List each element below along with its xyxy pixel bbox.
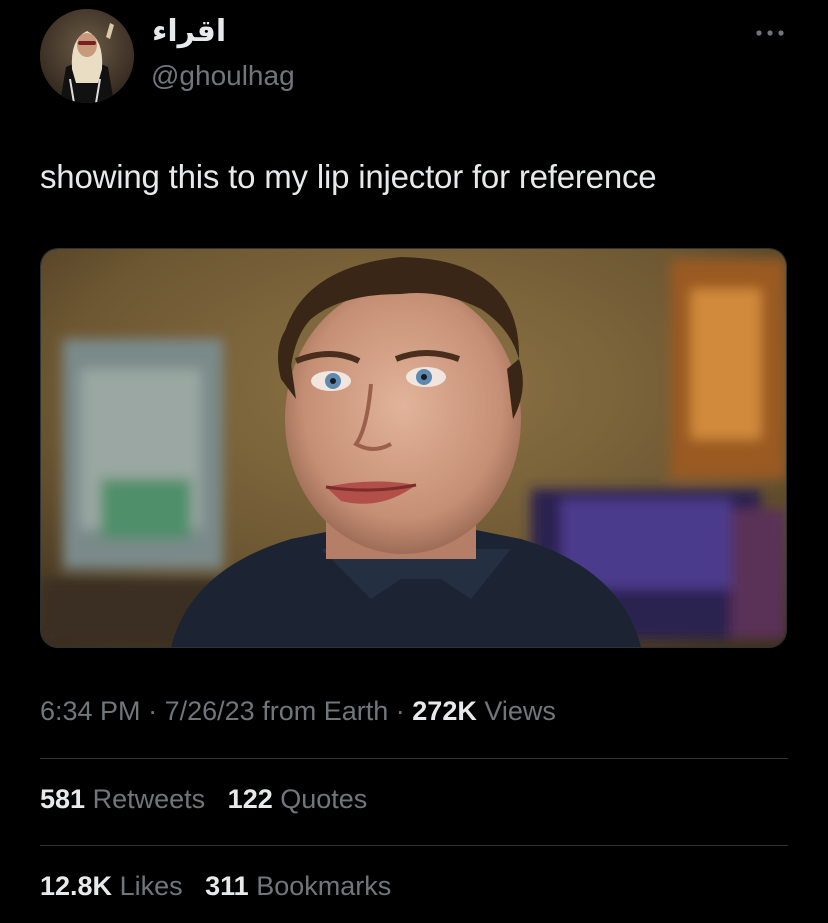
meta-separator: · xyxy=(148,696,158,726)
meta-separator: · xyxy=(395,696,405,726)
quotes-label: Quotes xyxy=(280,784,368,814)
divider xyxy=(40,758,788,759)
photo-of-smiling-man-icon xyxy=(41,249,786,647)
likes-count: 12.8K xyxy=(40,871,113,901)
retweets-label: Retweets xyxy=(92,784,206,814)
more-options-button[interactable] xyxy=(750,18,790,48)
tweet-time[interactable]: 6:34 PM xyxy=(40,696,141,726)
tweet-meta: 6:34 PM · 7/26/23 from Earth · 272K View… xyxy=(40,696,556,727)
engagement-row-2: 12.8K Likes 311 Bookmarks xyxy=(40,871,391,902)
views-label: Views xyxy=(484,696,556,726)
tweet-source: from Earth xyxy=(262,696,389,726)
retweets-stat[interactable]: 581 Retweets xyxy=(40,784,213,814)
avatar[interactable] xyxy=(40,9,134,103)
user-handle[interactable]: @ghoulhag xyxy=(151,60,295,92)
tweet-text: showing this to my lip injector for refe… xyxy=(40,158,657,195)
retweets-count: 581 xyxy=(40,784,86,814)
divider xyxy=(40,845,788,846)
likes-stat[interactable]: 12.8K Likes xyxy=(40,871,190,901)
bookmarks-stat[interactable]: 311 Bookmarks xyxy=(205,871,391,901)
profile-photo-icon xyxy=(40,9,134,103)
tweet-media[interactable] xyxy=(40,248,787,648)
tweet-date[interactable]: 7/26/23 xyxy=(165,696,255,726)
quotes-count: 122 xyxy=(227,784,273,814)
display-name[interactable]: اقراء xyxy=(152,14,226,49)
ellipsis-icon xyxy=(756,30,784,36)
engagement-row-1: 581 Retweets 122 Quotes xyxy=(40,784,367,815)
views-count: 272K xyxy=(412,696,477,726)
bookmarks-label: Bookmarks xyxy=(256,871,392,901)
likes-label: Likes xyxy=(119,871,183,901)
bookmarks-count: 311 xyxy=(205,871,249,901)
quotes-stat[interactable]: 122 Quotes xyxy=(228,784,368,814)
